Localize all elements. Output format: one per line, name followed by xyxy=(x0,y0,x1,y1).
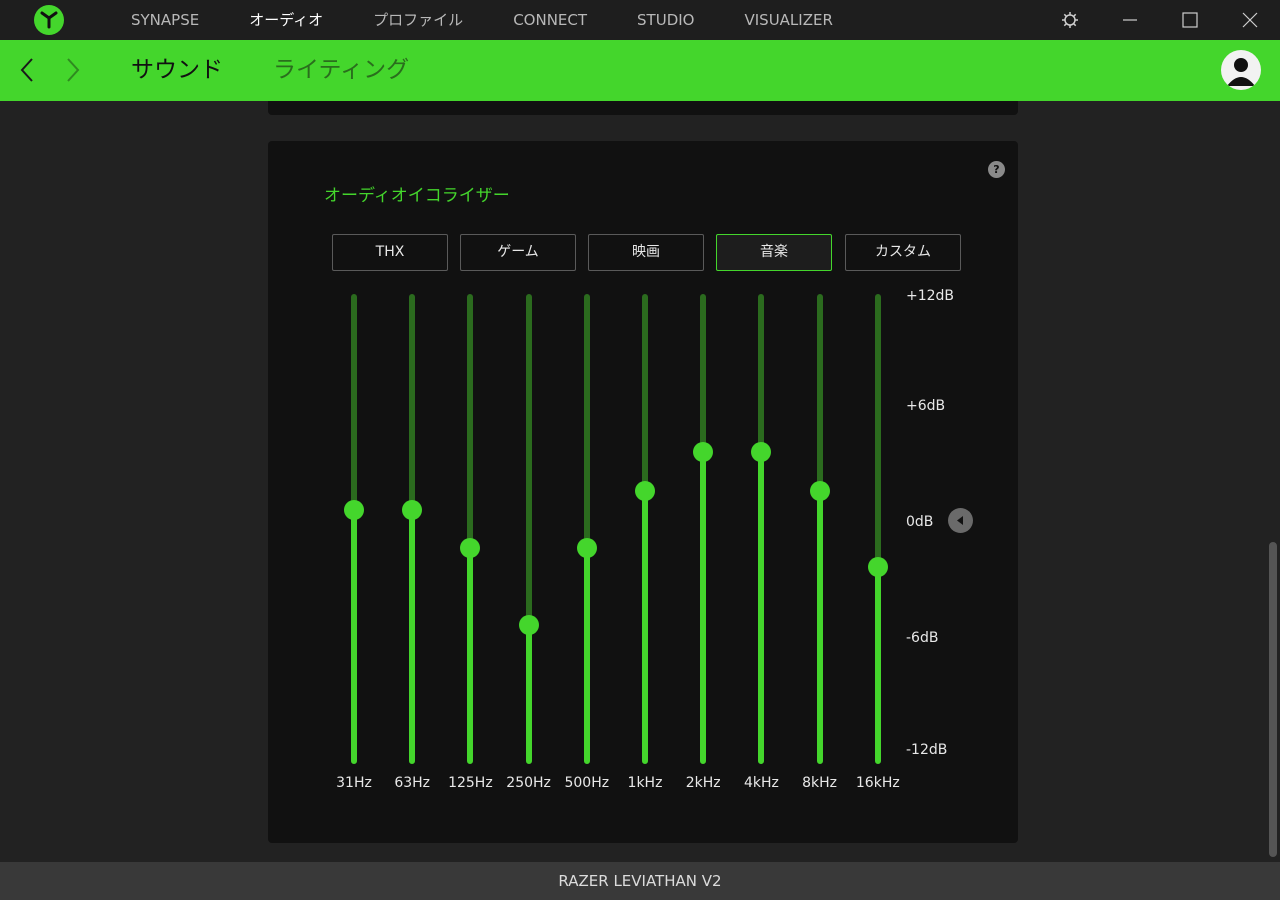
nav-visualizer[interactable]: VISUALIZER xyxy=(719,0,857,40)
db-label-minus12: -12dB xyxy=(906,742,948,758)
equalizer-panel: ? オーディオイコライザー THX ゲーム 映画 音楽 カスタム 31Hz 63H… xyxy=(268,141,1018,843)
eq-slider-thumb[interactable] xyxy=(867,557,888,578)
forward-arrow-icon[interactable] xyxy=(58,54,88,86)
minimize-icon[interactable] xyxy=(1110,0,1150,40)
eq-band-slider[interactable] xyxy=(450,294,490,764)
eq-band-slider[interactable] xyxy=(392,294,432,764)
nav-synapse[interactable]: SYNAPSE xyxy=(106,0,224,40)
razer-synapse-window: SYNAPSE オーディオ プロファイル CONNECT STUDIO VISU… xyxy=(0,0,1280,900)
db-label-zero: 0dB xyxy=(906,514,934,530)
eq-track-lower xyxy=(409,509,416,764)
eq-track-lower xyxy=(816,490,823,764)
eq-track-upper xyxy=(642,294,648,491)
device-name: RAZER LEVIATHAN V2 xyxy=(0,862,1280,900)
eq-track-lower xyxy=(700,452,707,764)
scrollbar-thumb[interactable] xyxy=(1269,542,1277,857)
eq-slider-thumb[interactable] xyxy=(809,480,830,501)
settings-gear-icon[interactable] xyxy=(1050,0,1090,40)
close-icon[interactable] xyxy=(1230,0,1270,40)
eq-track-lower xyxy=(874,567,881,764)
previous-panel xyxy=(268,101,1018,115)
tab-sound[interactable]: サウンド xyxy=(131,40,223,101)
eq-band-slider[interactable] xyxy=(509,294,549,764)
nav-audio[interactable]: オーディオ xyxy=(224,0,348,40)
reset-zero-icon[interactable] xyxy=(948,508,973,533)
eq-frequency-label: 16kHz xyxy=(855,775,900,791)
tab-lighting[interactable]: ライティング xyxy=(273,40,409,101)
db-label-plus6: +6dB xyxy=(906,398,946,414)
top-navigation: SYNAPSE オーディオ プロファイル CONNECT STUDIO VISU… xyxy=(106,0,858,40)
eq-slider-thumb[interactable] xyxy=(693,442,714,463)
eq-band-slider[interactable] xyxy=(567,294,607,764)
db-label-minus6: -6dB xyxy=(906,630,939,646)
eq-slider-thumb[interactable] xyxy=(576,538,597,559)
eq-slider-thumb[interactable] xyxy=(518,614,539,635)
eq-slider-thumb[interactable] xyxy=(751,442,772,463)
eq-band-slider[interactable] xyxy=(334,294,374,764)
eq-slider-thumb[interactable] xyxy=(344,499,364,520)
eq-band-slider[interactable] xyxy=(800,294,840,764)
sub-header: サウンド ライティング xyxy=(0,40,1280,101)
eq-track-upper xyxy=(525,294,532,625)
eq-track-upper xyxy=(816,294,823,491)
equalizer-sliders: 31Hz 63Hz 125Hz 250Hz 500Hz 1kHz 2kHz 4kHz 8kHz 1… xyxy=(268,141,1018,843)
nav-studio[interactable]: STUDIO xyxy=(612,0,719,40)
eq-track-upper xyxy=(700,294,707,453)
eq-track-upper xyxy=(758,294,765,453)
back-arrow-icon[interactable] xyxy=(12,54,42,86)
eq-band-slider[interactable] xyxy=(683,294,723,764)
eq-track-upper xyxy=(409,294,416,510)
eq-track-upper xyxy=(583,294,590,549)
user-avatar-icon[interactable] xyxy=(1221,50,1261,90)
eq-band-slider[interactable] xyxy=(625,294,665,764)
content-area: ? オーディオイコライザー THX ゲーム 映画 音楽 カスタム 31Hz 63H… xyxy=(0,101,1280,862)
eq-band-slider[interactable] xyxy=(858,294,898,764)
eq-slider-thumb[interactable] xyxy=(635,480,655,501)
razer-logo-icon[interactable] xyxy=(34,5,64,35)
eq-track-upper xyxy=(351,294,357,510)
eq-slider-thumb[interactable] xyxy=(402,499,423,520)
eq-track-lower xyxy=(758,452,765,764)
eq-band-slider[interactable] xyxy=(741,294,781,764)
db-label-plus12: +12dB xyxy=(906,288,955,304)
nav-connect[interactable]: CONNECT xyxy=(488,0,612,40)
maximize-icon[interactable] xyxy=(1170,0,1210,40)
nav-profile[interactable]: プロファイル xyxy=(348,0,488,40)
eq-slider-thumb[interactable] xyxy=(460,538,481,559)
eq-track-lower xyxy=(583,548,590,764)
eq-track-lower xyxy=(351,509,357,764)
title-bar: SYNAPSE オーディオ プロファイル CONNECT STUDIO VISU… xyxy=(0,0,1280,40)
eq-track-upper xyxy=(874,294,881,568)
eq-track-lower xyxy=(525,624,532,764)
eq-track-upper xyxy=(467,294,474,549)
eq-track-lower xyxy=(642,490,648,764)
eq-track-lower xyxy=(467,548,474,764)
